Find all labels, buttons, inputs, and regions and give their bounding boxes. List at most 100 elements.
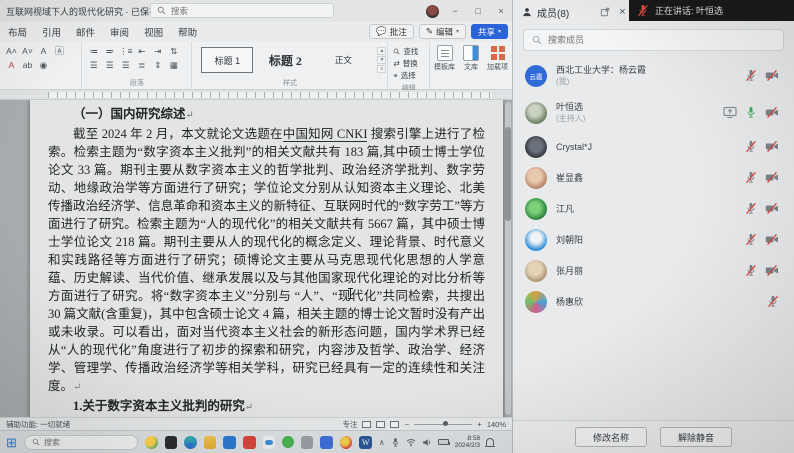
comment-button[interactable]: 💬批注: [369, 24, 414, 39]
find-button[interactable]: 查找: [393, 46, 424, 57]
battery-icon[interactable]: [438, 439, 449, 445]
member-row[interactable]: 叶恒选 (主持人): [525, 94, 784, 131]
member-row[interactable]: 江凡: [525, 193, 784, 224]
tab-help[interactable]: 帮助: [178, 25, 197, 39]
tab-layout[interactable]: 布局: [8, 25, 27, 39]
align-left-icon[interactable]: ☰: [87, 59, 100, 71]
wechat-icon[interactable]: [282, 436, 294, 448]
styles-more-icon[interactable]: ≡: [377, 65, 386, 73]
sort-icon[interactable]: ⇅: [167, 45, 180, 57]
ms-store-icon[interactable]: [223, 436, 236, 449]
close-panel-icon[interactable]: ×: [619, 6, 625, 18]
align-center-icon[interactable]: ☰: [103, 59, 116, 71]
mic-muted-icon[interactable]: [745, 69, 757, 82]
camera-off-icon[interactable]: [765, 69, 779, 82]
font-shrink-icon[interactable]: A˄: [5, 45, 18, 57]
gray-app-icon[interactable]: [301, 436, 314, 449]
multilevel-icon[interactable]: ⋮≡: [119, 45, 132, 57]
editing-mode-button[interactable]: ✎编辑▾: [419, 24, 466, 39]
style-heading2[interactable]: 标题 2: [259, 47, 311, 73]
member-row[interactable]: 刘朝阳: [525, 224, 784, 255]
clear-format-icon[interactable]: A: [37, 45, 50, 57]
tab-view[interactable]: 视图: [144, 25, 163, 39]
file-explorer-icon[interactable]: [204, 436, 217, 449]
zoom-out-icon[interactable]: −: [404, 420, 409, 429]
mic-muted-icon[interactable]: [745, 233, 757, 246]
focus-mode-label[interactable]: 专注: [342, 419, 357, 430]
char-border-icon[interactable]: 🄰: [53, 45, 66, 57]
template-library-button[interactable]: 模板库: [430, 42, 459, 89]
minimize-button[interactable]: −: [448, 6, 462, 16]
style-normal[interactable]: 正文: [317, 47, 369, 73]
web-layout-icon[interactable]: [390, 421, 399, 428]
wifi-icon[interactable]: [406, 438, 416, 447]
notifications-icon[interactable]: [486, 438, 494, 446]
unmute-button[interactable]: 解除静音: [660, 427, 732, 447]
camera-off-icon[interactable]: [765, 140, 779, 153]
char-shading-icon[interactable]: ◉: [37, 59, 50, 71]
camera-off-icon[interactable]: [765, 106, 779, 119]
mic-muted-icon[interactable]: [767, 295, 779, 308]
styles-up-icon[interactable]: ▲: [377, 47, 386, 55]
select-button[interactable]: ⌖选择: [393, 70, 424, 81]
netease-app-icon[interactable]: [243, 436, 256, 449]
member-row[interactable]: 杨惠欣: [525, 286, 784, 317]
numbering-icon[interactable]: ≕: [103, 45, 116, 57]
taskbar-search-input[interactable]: [44, 438, 114, 447]
line-spacing-icon[interactable]: ⇕: [151, 59, 164, 71]
highlight-icon[interactable]: ab: [21, 59, 34, 71]
popout-panel-icon[interactable]: [600, 7, 610, 17]
account-avatar[interactable]: [426, 5, 439, 18]
close-button[interactable]: ×: [494, 6, 508, 16]
member-row[interactable]: 崔显鑫: [525, 162, 784, 193]
library-button[interactable]: 文库: [459, 42, 483, 89]
addins-button[interactable]: 加载项: [483, 42, 512, 89]
justify-icon[interactable]: ≣: [135, 59, 148, 71]
share-button[interactable]: 共享▾: [471, 24, 508, 39]
start-button[interactable]: ⊞: [6, 436, 17, 449]
task-view-icon[interactable]: [165, 436, 178, 449]
camera-off-icon[interactable]: [765, 233, 779, 246]
font-grow-icon[interactable]: A˅: [21, 45, 34, 57]
mic-active-icon[interactable]: [745, 106, 757, 119]
print-layout-icon[interactable]: [376, 421, 385, 428]
tray-clock[interactable]: 8:58 2024/2/3: [455, 435, 480, 449]
member-row[interactable]: Crystal*J: [525, 131, 784, 162]
member-row[interactable]: 云霞 西北工业大学：杨云霞 (我): [525, 57, 784, 94]
member-search-input[interactable]: [548, 35, 728, 45]
replace-button[interactable]: ⇄替换: [393, 58, 424, 69]
weather-widget-icon[interactable]: [145, 436, 158, 449]
word-search-box[interactable]: [150, 3, 334, 18]
member-row[interactable]: 张月丽: [525, 255, 784, 286]
font-color-icon[interactable]: A: [5, 59, 18, 71]
mic-muted-icon[interactable]: [745, 171, 757, 184]
mic-muted-icon[interactable]: [745, 202, 757, 215]
tray-chevron-icon[interactable]: ∧: [379, 438, 385, 447]
shading-icon[interactable]: ▦: [167, 59, 180, 71]
screen-share-icon[interactable]: [723, 106, 737, 119]
read-mode-icon[interactable]: [362, 421, 371, 428]
restore-button[interactable]: □: [471, 6, 485, 16]
camera-off-icon[interactable]: [765, 202, 779, 215]
style-heading1[interactable]: 标题 1: [201, 47, 253, 73]
horizontal-ruler[interactable]: [0, 90, 512, 100]
indent-left-icon[interactable]: ⇤: [135, 45, 148, 57]
camera-off-icon[interactable]: [765, 171, 779, 184]
taskbar-search[interactable]: [24, 435, 138, 450]
tab-mailings[interactable]: 邮件: [76, 25, 95, 39]
camera-off-icon[interactable]: [765, 264, 779, 277]
docs-app-icon[interactable]: [320, 436, 333, 449]
edge-browser-icon[interactable]: [184, 436, 197, 449]
zoom-level[interactable]: 140%: [487, 420, 506, 429]
align-right-icon[interactable]: ☰: [119, 59, 132, 71]
mic-muted-icon[interactable]: [745, 264, 757, 277]
orange-app-icon[interactable]: [340, 436, 353, 449]
word-search-input[interactable]: [171, 6, 291, 16]
indent-right-icon[interactable]: ⇥: [151, 45, 164, 57]
zoom-in-icon[interactable]: +: [477, 420, 482, 429]
zoom-slider[interactable]: [414, 424, 472, 425]
mic-muted-red-icon[interactable]: [637, 4, 649, 17]
rename-button[interactable]: 修改名称: [575, 427, 647, 447]
tab-review[interactable]: 审阅: [110, 25, 129, 39]
word-app-icon[interactable]: W: [359, 436, 372, 449]
